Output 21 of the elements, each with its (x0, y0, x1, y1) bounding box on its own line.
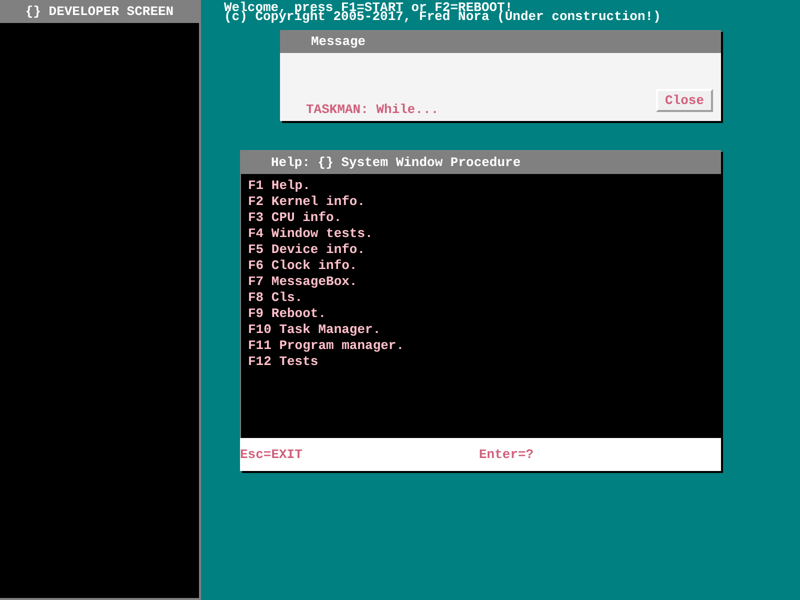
close-button[interactable]: Close (656, 89, 713, 112)
help-item: F5 Device info. (248, 244, 366, 256)
help-item: F10 Task Manager. (248, 324, 381, 336)
desktop-text: (c) Copyright 2005-2017, Fred Nora (Under construction!) (224, 12, 661, 21)
help-item: F1 Help. (248, 180, 310, 192)
footer-hint: Esc=EXIT (240, 448, 304, 461)
window-title: Message (311, 35, 366, 48)
help-item: F3 CPU info. (248, 212, 342, 224)
help-item: F8 Cls. (248, 292, 303, 304)
window-title: Help: {} System Window Procedure (271, 156, 521, 168)
desktop-text: Welcome, press F1=START or F2=REBOOT! (224, 3, 513, 12)
footer-hint: Enter=? (479, 448, 535, 461)
help-item: F7 MessageBox. (248, 276, 358, 288)
help-item: F4 Window tests. (248, 228, 373, 240)
help-item: F9 Reboot. (248, 308, 326, 320)
help-item: F12 Tests (248, 356, 318, 368)
panel-title: {} DEVELOPER SCREEN (25, 5, 174, 18)
help-item: F11 Program manager. (248, 340, 404, 352)
help-item: F6 Clock info. (248, 260, 358, 272)
message-text: TASKMAN: While... (306, 103, 439, 116)
help-item: F2 Kernel info. (248, 196, 366, 208)
